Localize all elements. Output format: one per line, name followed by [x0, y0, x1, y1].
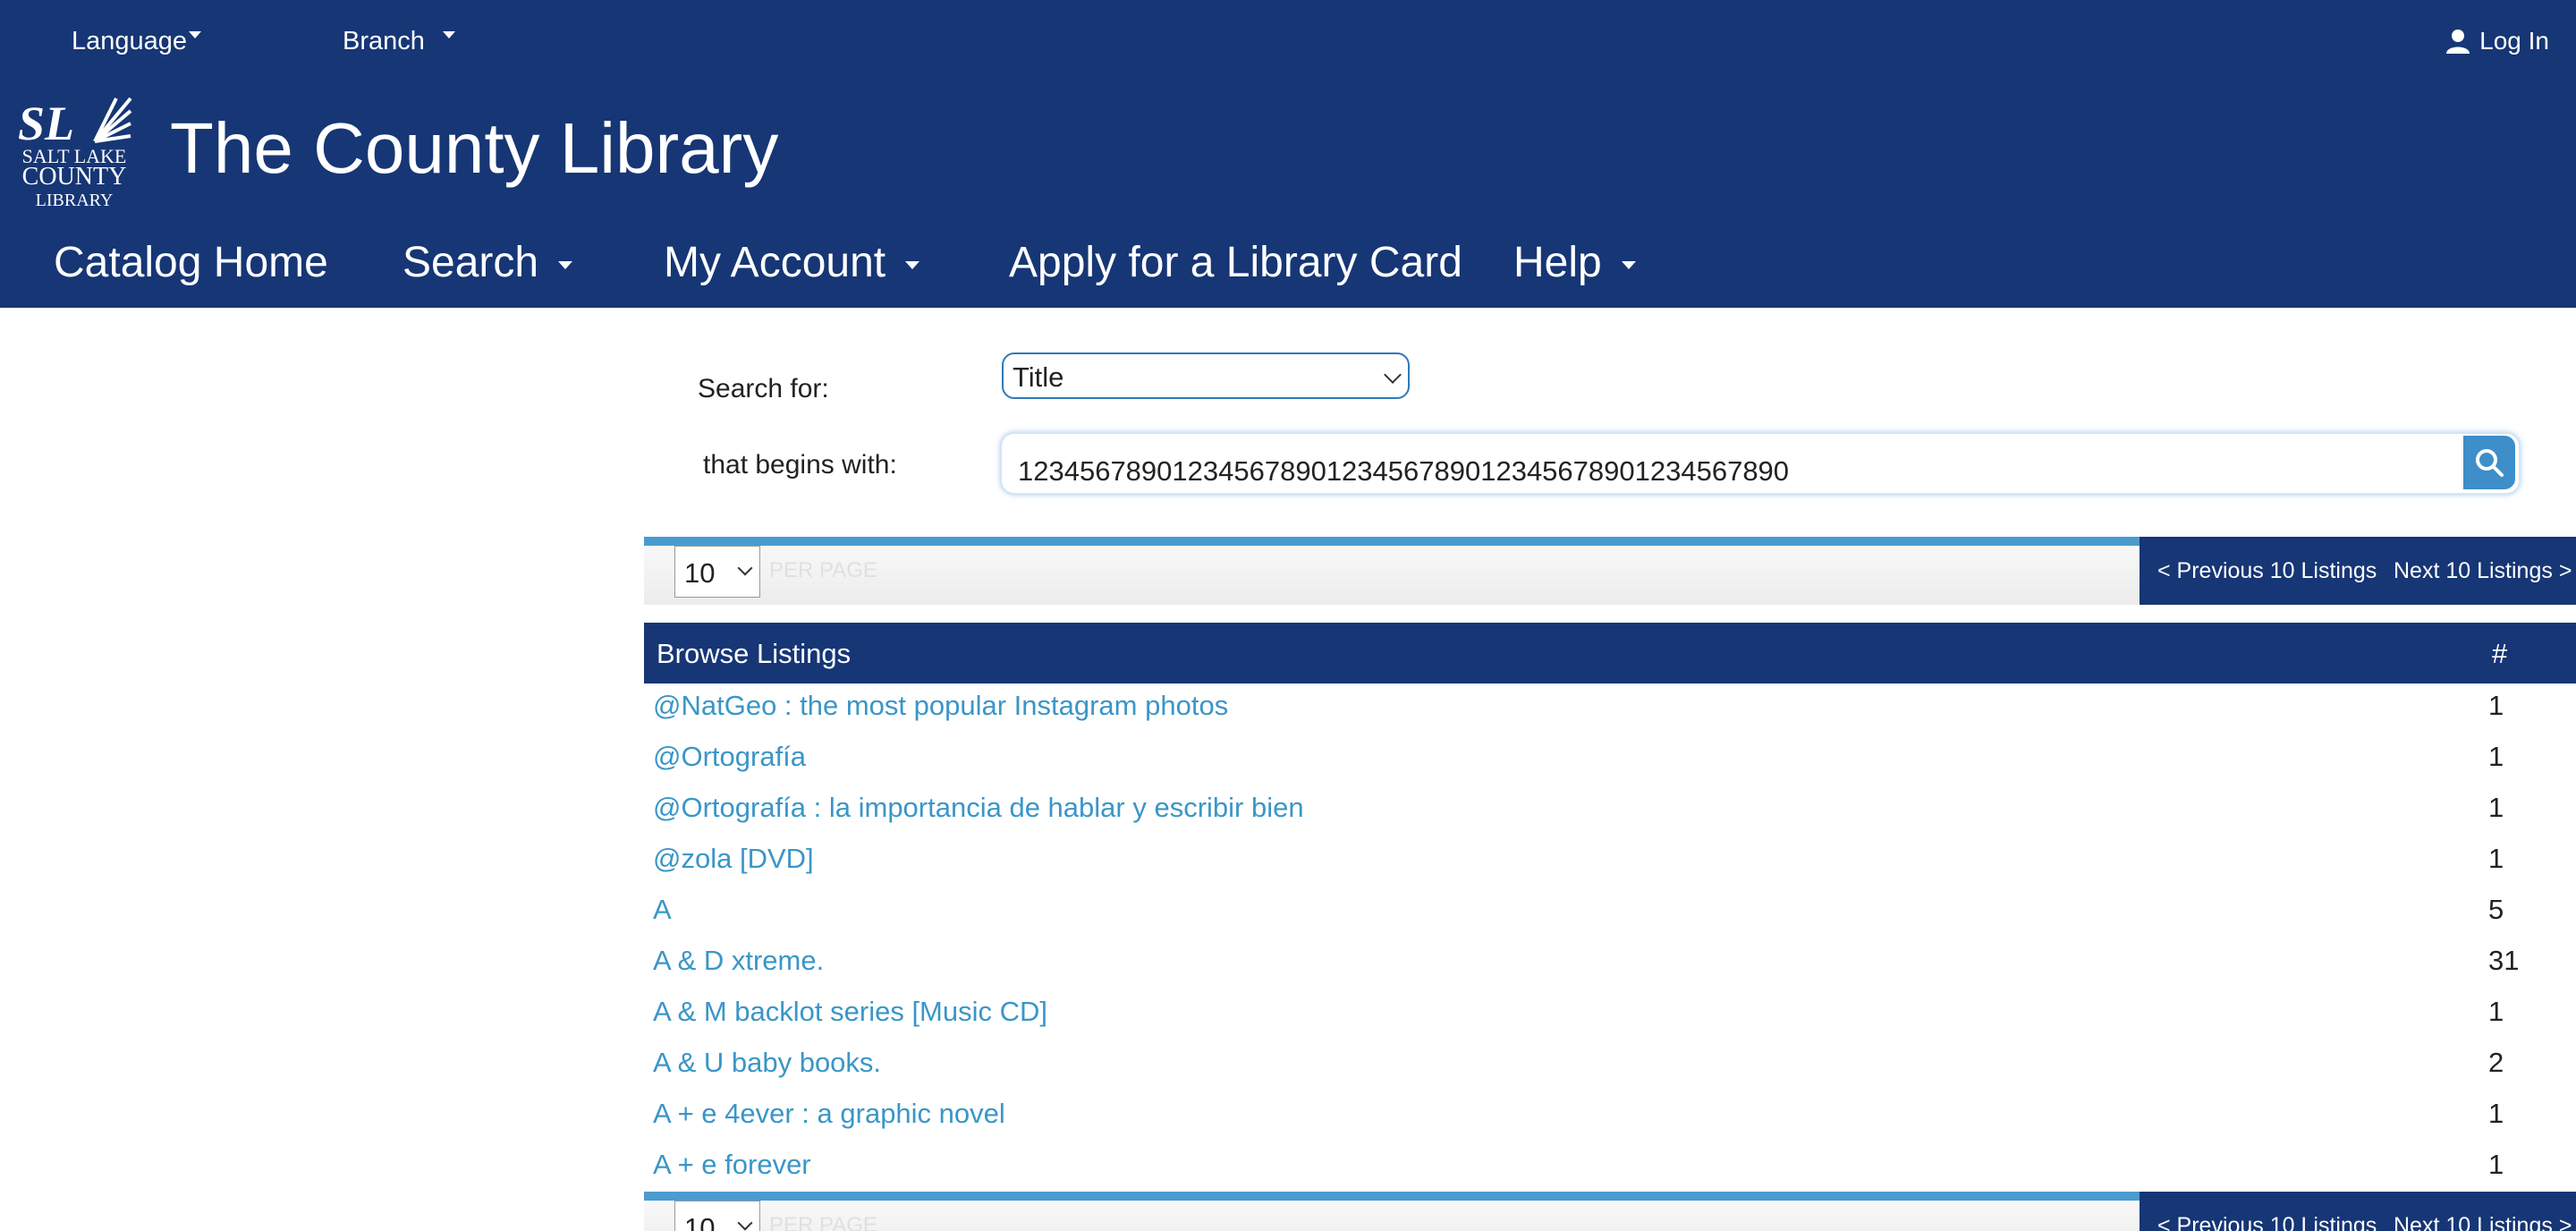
listing-link[interactable]: @zola [DVD]	[653, 843, 814, 875]
chevron-down-icon	[737, 1215, 753, 1231]
listing-count: 31	[2488, 945, 2520, 976]
nav-catalog-home[interactable]: Catalog Home	[54, 231, 328, 308]
listing-link[interactable]: A & M backlot series [Music CD]	[653, 996, 1047, 1028]
nav-label: My Account	[664, 239, 886, 286]
listing-count: 1	[2488, 1098, 2504, 1129]
table-row: @Ortografía 1	[653, 741, 2531, 792]
search-button[interactable]	[2463, 436, 2515, 489]
listing-count: 1	[2488, 690, 2504, 721]
nav-label: Apply for a Library Card	[1009, 239, 1462, 286]
listing-count: 2	[2488, 1047, 2504, 1078]
search-input[interactable]	[1000, 432, 2521, 495]
next-listings-button[interactable]: Next 10 Listings >	[2394, 1213, 2572, 1231]
login-link[interactable]: Log In	[2445, 27, 2549, 55]
listing-link[interactable]: A + e forever	[653, 1149, 811, 1181]
pager-accent-line	[644, 537, 2140, 546]
listing-link[interactable]: A & U baby books.	[653, 1047, 881, 1079]
begins-with-label: that begins with:	[703, 450, 897, 480]
listing-count: 1	[2488, 741, 2504, 772]
table-row: @NatGeo : the most popular Instagram pho…	[653, 690, 2531, 741]
caret-down-icon	[442, 31, 455, 39]
listing-count: 1	[2488, 792, 2504, 823]
caret-down-icon	[1621, 260, 1636, 269]
site-header: Language Branch Log In SL SALT LAKE COUN…	[0, 0, 2576, 308]
pager-bottom: 10 PER PAGE < Previous 10 Listings Next …	[644, 1192, 2576, 1231]
table-row: A & M backlot series [Music CD] 1	[653, 996, 2531, 1047]
search-icon	[2476, 449, 2504, 477]
language-label: Language	[72, 27, 188, 55]
logo-line2: COUNTY	[22, 163, 127, 191]
nav-label: Search	[402, 239, 539, 286]
pager-buttons: < Previous 10 Listings Next 10 Listings …	[2140, 537, 2576, 605]
login-label: Log In	[2479, 27, 2549, 55]
listing-count: 1	[2488, 1149, 2504, 1180]
table-row: @Ortografía : la importancia de hablar y…	[653, 792, 2531, 843]
table-row: @zola [DVD] 1	[653, 843, 2531, 894]
nav-search[interactable]: Search	[402, 231, 573, 308]
listing-count: 5	[2488, 894, 2504, 925]
chevron-down-icon	[737, 560, 753, 576]
per-page-select[interactable]: 10	[674, 1201, 760, 1231]
table-row: A & D xtreme. 31	[653, 945, 2531, 996]
browse-listings-header: Browse Listings #	[644, 623, 2576, 683]
table-row: A + e 4ever : a graphic novel 1	[653, 1098, 2531, 1149]
user-icon	[2446, 30, 2470, 54]
caret-down-icon	[558, 260, 573, 269]
nav-label: Help	[1513, 239, 1602, 286]
library-logo[interactable]: SL SALT LAKE COUNTY LIBRARY	[16, 95, 132, 211]
main-nav: Catalog Home Search My Account Apply for…	[0, 231, 2576, 308]
logo-line3: LIBRARY	[36, 191, 114, 210]
logo-letters: SL	[18, 97, 74, 150]
listing-count: 1	[2488, 996, 2504, 1027]
listing-link[interactable]: A & D xtreme.	[653, 945, 824, 977]
per-page-label: PER PAGE	[769, 558, 877, 582]
per-page-label: PER PAGE	[769, 1213, 877, 1231]
nav-label: Catalog Home	[54, 239, 328, 286]
listing-link[interactable]: @NatGeo : the most popular Instagram pho…	[653, 690, 1228, 722]
pager-top: 10 PER PAGE < Previous 10 Listings Next …	[644, 537, 2576, 605]
search-type-value: Title	[1013, 361, 1064, 393]
listing-link[interactable]: @Ortografía	[653, 741, 806, 773]
per-page-value: 10	[684, 557, 716, 589]
caret-down-icon	[189, 31, 202, 39]
listing-count: 1	[2488, 843, 2504, 874]
site-title[interactable]: The County Library	[170, 107, 778, 190]
listing-link[interactable]: A + e 4ever : a graphic novel	[653, 1098, 1005, 1130]
pager-accent-line	[644, 1192, 2140, 1201]
caret-down-icon	[905, 260, 920, 269]
branch-menu[interactable]: Branch	[343, 27, 455, 56]
previous-listings-button[interactable]: < Previous 10 Listings	[2157, 1213, 2377, 1231]
pager-buttons: < Previous 10 Listings Next 10 Listings …	[2140, 1192, 2576, 1231]
nav-apply-card[interactable]: Apply for a Library Card	[1009, 231, 1462, 308]
listing-link[interactable]: A	[653, 894, 672, 926]
table-row: A & U baby books. 2	[653, 1047, 2531, 1098]
chevron-down-icon	[1384, 366, 1402, 384]
listing-link[interactable]: @Ortografía : la importancia de hablar y…	[653, 792, 1304, 824]
count-column-header: #	[2492, 638, 2508, 669]
nav-my-account[interactable]: My Account	[664, 231, 920, 308]
next-listings-button[interactable]: Next 10 Listings >	[2394, 558, 2572, 584]
nav-help[interactable]: Help	[1513, 231, 1636, 308]
previous-listings-button[interactable]: < Previous 10 Listings	[2157, 558, 2377, 584]
language-menu[interactable]: Language	[72, 27, 202, 56]
browse-title: Browse Listings	[657, 638, 852, 669]
branch-label: Branch	[343, 27, 425, 55]
table-row: A 5	[653, 894, 2531, 945]
search-type-select[interactable]: Title	[1002, 352, 1410, 399]
search-for-label: Search for:	[698, 374, 829, 403]
per-page-select[interactable]: 10	[674, 546, 760, 598]
per-page-value: 10	[684, 1212, 716, 1231]
